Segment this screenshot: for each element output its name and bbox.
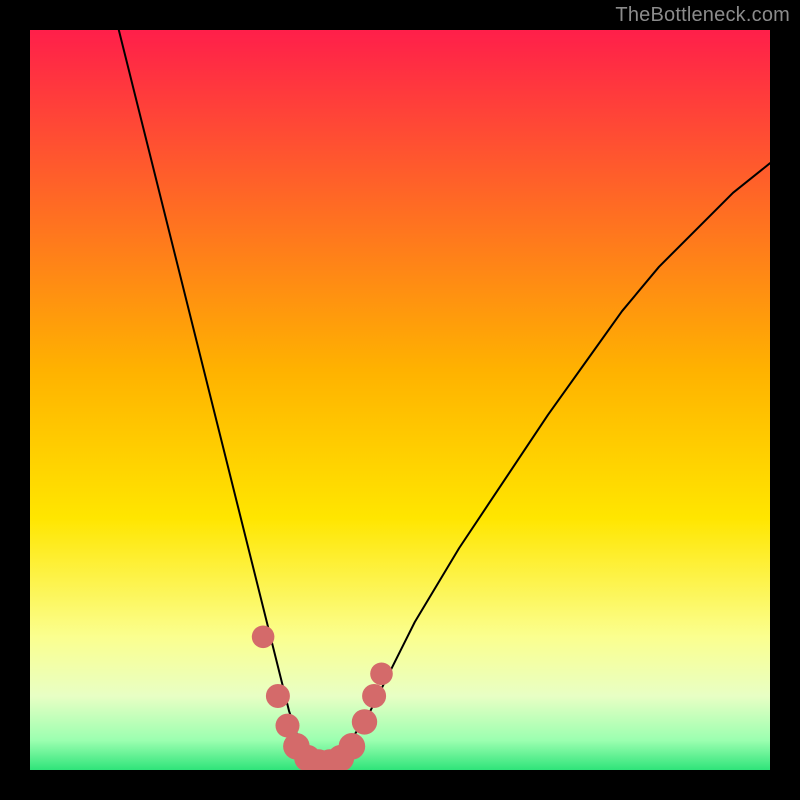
marker-dot	[252, 626, 275, 649]
marker-dot	[362, 684, 386, 708]
marker-dot	[339, 733, 366, 760]
plot-area	[30, 30, 770, 770]
chart-frame: TheBottleneck.com	[0, 0, 800, 800]
gradient-rect	[30, 30, 770, 770]
marker-dot	[370, 663, 393, 686]
marker-dot	[352, 709, 377, 734]
chart-svg	[30, 30, 770, 770]
marker-dot	[266, 684, 290, 708]
watermark-text: TheBottleneck.com	[615, 4, 790, 27]
